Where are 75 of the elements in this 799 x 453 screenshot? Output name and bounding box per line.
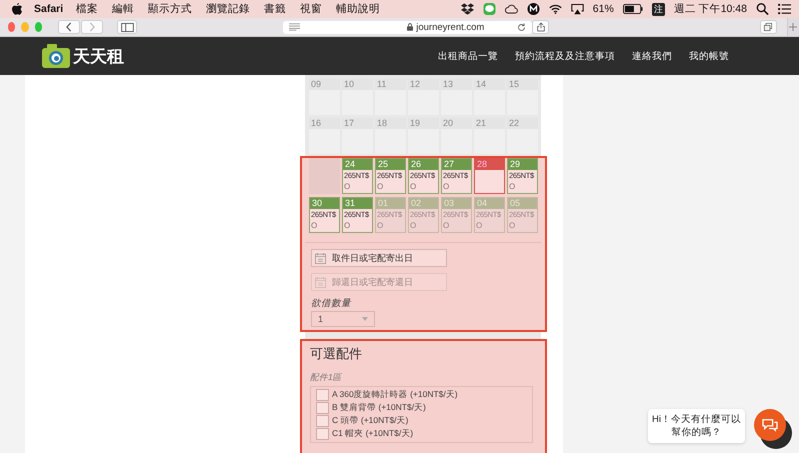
camera-icon[interactable] <box>42 44 70 68</box>
share-button[interactable] <box>532 20 549 34</box>
caret-icon <box>362 317 368 321</box>
battery-percentage: 61% <box>592 3 614 15</box>
calendar-icon <box>315 253 326 264</box>
date-field[interactable]: 取件日或宅配寄出日 <box>311 249 447 267</box>
chevron-left-icon <box>65 22 74 32</box>
calendar-day: 15 <box>507 79 538 115</box>
calendar-day: 20 <box>441 118 472 154</box>
calendar-day: 14 <box>474 79 505 115</box>
checkbox[interactable] <box>316 415 329 427</box>
tabs-icon <box>764 22 772 32</box>
calendar-day: 12 <box>408 79 439 115</box>
calendar-day: 09 <box>309 79 340 115</box>
back-button[interactable] <box>58 20 80 34</box>
nav-link[interactable]: 預約流程及及注意事項 <box>515 50 615 62</box>
menu-item[interactable]: 輔助說明 <box>336 2 380 16</box>
battery-icon[interactable] <box>622 4 643 14</box>
checkbox[interactable] <box>316 428 329 440</box>
nav-link[interactable]: 我的帳號 <box>689 50 729 62</box>
cloud-icon[interactable] <box>504 3 518 15</box>
accessory-label[interactable]: B 雙肩背帶 (+10NT$/天) <box>332 402 426 414</box>
menu-item[interactable]: Safari <box>34 3 64 15</box>
calendar-day: 21 <box>474 118 505 154</box>
nav-link[interactable]: 出租商品一覽 <box>438 50 498 62</box>
share-icon <box>536 22 544 32</box>
chat-bubbles-icon <box>761 418 779 432</box>
calendar-day: 19 <box>408 118 439 154</box>
accessory-label[interactable]: C 頭帶 (+10NT$/天) <box>332 415 408 427</box>
group-label: 配件1區 <box>310 372 343 384</box>
calendar-day: 16 <box>309 118 340 154</box>
calendar-day: 22 <box>507 118 538 154</box>
lock-icon <box>407 23 414 31</box>
tabs-button[interactable] <box>760 20 777 34</box>
calendar-icon <box>315 277 326 288</box>
search-icon[interactable] <box>756 3 769 15</box>
nav-link[interactable]: 連絡我們 <box>632 50 672 62</box>
reader-icon[interactable] <box>289 23 300 31</box>
address-bar[interactable]: journeyrent.com <box>283 20 532 34</box>
plus-icon <box>789 23 798 31</box>
menu-item[interactable]: 書籤 <box>264 2 286 16</box>
chat-button[interactable] <box>754 409 786 441</box>
menu-item[interactable]: 視窗 <box>300 2 322 16</box>
chevron-right-icon <box>88 22 96 32</box>
calendar-day: 10 <box>342 79 373 115</box>
menu-item[interactable]: 顯示方式 <box>148 2 192 16</box>
checkbox[interactable] <box>316 402 329 414</box>
calendar-day: 11 <box>375 79 406 115</box>
menu-item[interactable]: 編輯 <box>112 2 134 16</box>
calendar-day: 18 <box>375 118 406 154</box>
menu-item[interactable]: 瀏覽記錄 <box>206 2 250 16</box>
sidebar-icon <box>120 22 134 32</box>
list-icon[interactable] <box>778 3 791 15</box>
input-method-indicator[interactable]: 注 <box>652 2 665 16</box>
reload-icon[interactable] <box>517 22 526 32</box>
chat-bubble-icon[interactable] <box>482 3 496 15</box>
site-logo-text[interactable]: 天天租 <box>73 44 124 68</box>
quantity-select[interactable]: 1 <box>311 311 375 327</box>
wifi-icon[interactable] <box>548 3 562 15</box>
menu-clock[interactable]: 週二 下午10:48 <box>674 2 747 16</box>
airplay-icon[interactable] <box>570 3 584 15</box>
accessory-label[interactable]: A 360度旋轉計時器 (+10NT$/天) <box>332 389 458 401</box>
checkbox[interactable] <box>316 389 329 401</box>
sidebar-button[interactable] <box>117 20 138 34</box>
box-icon[interactable] <box>460 3 474 15</box>
quantity-label: 欲借數量 <box>311 297 351 310</box>
url-text: journeyrent.com <box>416 22 484 32</box>
menu-item[interactable]: 檔案 <box>76 2 98 16</box>
accessories-title: 可選配件 <box>310 345 363 363</box>
calendar-day: 13 <box>441 79 472 115</box>
apple-icon[interactable] <box>12 3 22 15</box>
accessory-label[interactable]: C1 帽夾 (+10NT$/天) <box>332 428 414 440</box>
m-circle-icon[interactable] <box>526 3 540 15</box>
calendar-day: 17 <box>342 118 373 154</box>
chat-greeting-bubble[interactable]: Hi！今天有什麼可以幫你的嗎？ <box>648 409 745 443</box>
